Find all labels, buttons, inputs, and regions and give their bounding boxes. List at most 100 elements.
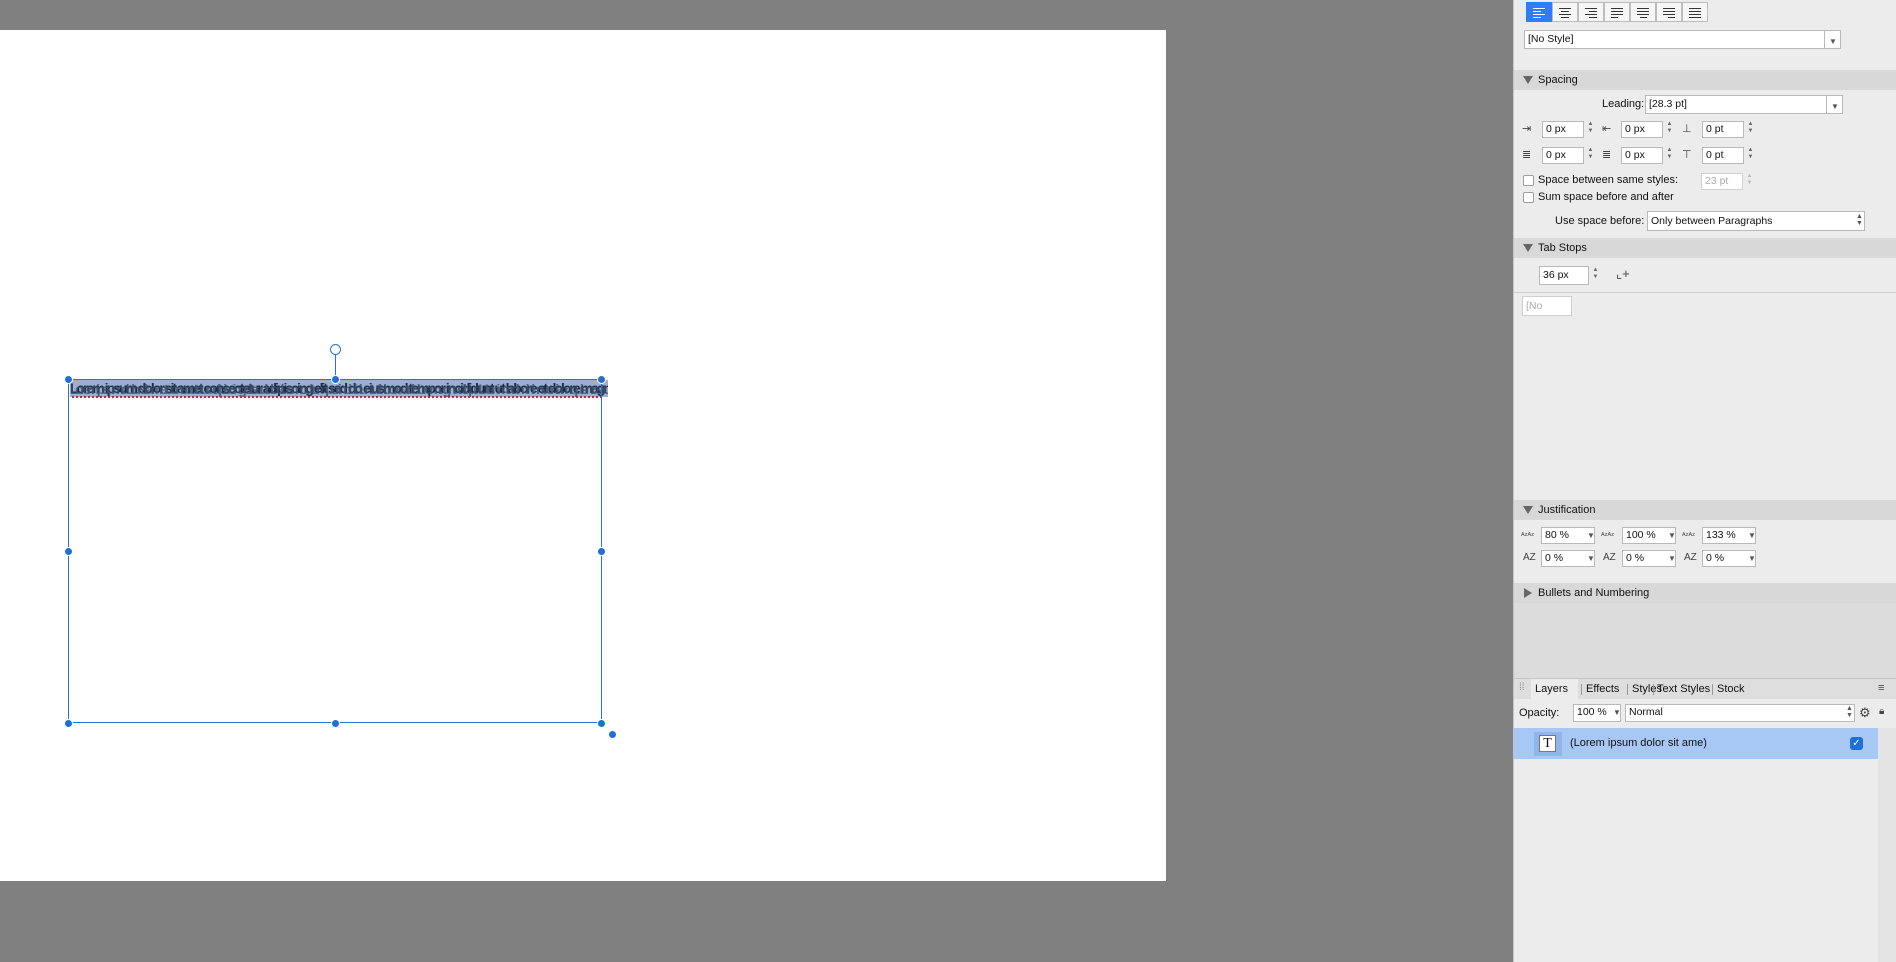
- justification-section-header[interactable]: Justification: [1514, 500, 1896, 520]
- paragraph-style-select[interactable]: [No Style]: [1524, 30, 1831, 49]
- divider: [1514, 292, 1896, 293]
- justify-center-button[interactable]: [1630, 2, 1656, 22]
- bullets-title: Bullets and Numbering: [1538, 587, 1650, 599]
- desired-word-spacing-icon: ᴬᶻᴬᶻ: [1601, 531, 1614, 540]
- leading-dropdown-button[interactable]: ▼: [1826, 95, 1843, 114]
- select-arrows-icon: ▲ ▼: [1846, 705, 1853, 719]
- chevron-down-icon: ▼: [1829, 37, 1837, 46]
- default-tab-stop-field[interactable]: 36 px: [1539, 266, 1589, 285]
- min-letter-spacing-icon: AZ: [1523, 552, 1536, 563]
- default-tab-stop-stepper[interactable]: ▲ ▼: [1591, 267, 1600, 284]
- tab-layers[interactable]: Layers: [1535, 683, 1568, 695]
- chevron-down-icon: ▼: [1668, 531, 1676, 540]
- tab-stops-list[interactable]: [No: [1522, 296, 1572, 316]
- handle-top-center[interactable]: [331, 375, 340, 384]
- last-line-indent-icon: ≣: [1602, 149, 1612, 161]
- right-indent-icon: ≣: [1522, 149, 1532, 161]
- tab-separator: [1712, 684, 1713, 695]
- align-right-button[interactable]: [1578, 2, 1604, 22]
- use-space-before-label: Use space before:: [1555, 215, 1645, 227]
- last-line-indent-field[interactable]: 0 px: [1621, 147, 1663, 164]
- align-left-button[interactable]: [1526, 2, 1552, 22]
- grip-icon[interactable]: ⁞⁞: [1519, 682, 1525, 693]
- chevron-down-icon: ▼: [1587, 554, 1595, 563]
- layer-row[interactable]: T (Lorem ipsum dolor sit ame) ✓: [1514, 728, 1878, 759]
- chevron-down-icon: ▼: [1748, 554, 1756, 563]
- gear-icon[interactable]: ⚙: [1859, 705, 1871, 721]
- sum-space-checkbox[interactable]: [1523, 192, 1534, 203]
- align-center-button[interactable]: [1552, 2, 1578, 22]
- justify-all-button[interactable]: [1682, 2, 1708, 22]
- lock-icon[interactable]: 🔒︎: [1879, 706, 1884, 717]
- space-between-same-styles-checkbox[interactable]: [1523, 175, 1534, 186]
- paragraph-style-dropdown-button[interactable]: ▼: [1824, 30, 1841, 49]
- first-line-indent-stepper[interactable]: ▲ ▼: [1665, 121, 1674, 138]
- disclosure-open-icon: [1523, 76, 1533, 84]
- chevron-down-icon: ▼: [1668, 554, 1676, 563]
- chevron-down-icon: ▼: [1831, 102, 1839, 111]
- text-frame-selection[interactable]: [68, 379, 602, 723]
- justify-left-button[interactable]: [1604, 2, 1630, 22]
- space-before-stepper[interactable]: ▲ ▼: [1746, 121, 1755, 138]
- space-after-field[interactable]: 0 pt: [1702, 147, 1744, 164]
- select-arrows-icon: ▲ ▼: [1856, 213, 1863, 227]
- justify-right-button[interactable]: [1656, 2, 1682, 22]
- disclosure-open-icon: [1523, 506, 1533, 514]
- desired-letter-spacing-icon: AZ: [1603, 552, 1616, 563]
- use-space-before-select[interactable]: Only between Paragraphs: [1647, 211, 1865, 231]
- disclosure-closed-icon: [1524, 588, 1532, 598]
- space-after-icon: ⊤: [1682, 149, 1692, 161]
- justification-title: Justification: [1538, 504, 1596, 516]
- leading-field[interactable]: [28.3 pt]: [1645, 95, 1828, 114]
- first-line-indent-field[interactable]: 0 px: [1621, 121, 1663, 138]
- handle-middle-left[interactable]: [64, 547, 73, 556]
- tab-separator: [1627, 684, 1628, 695]
- same-styles-stepper[interactable]: ▲ ▼: [1745, 173, 1754, 190]
- disclosure-open-icon: [1523, 244, 1533, 252]
- tab-stops-section-header[interactable]: Tab Stops: [1514, 238, 1896, 258]
- blend-mode-select[interactable]: Normal: [1625, 704, 1855, 722]
- tab-separator: [1653, 684, 1654, 695]
- left-indent-field[interactable]: 0 px: [1542, 121, 1584, 138]
- right-indent-field[interactable]: 0 px: [1542, 147, 1584, 164]
- text-flow-handle[interactable]: [608, 730, 617, 739]
- same-styles-field[interactable]: 23 pt: [1701, 173, 1743, 190]
- scrollbar-track[interactable]: [1878, 728, 1896, 962]
- handle-bottom-left[interactable]: [64, 719, 73, 728]
- layer-visibility-checkbox[interactable]: ✓: [1850, 737, 1863, 750]
- handle-top-left[interactable]: [64, 375, 73, 384]
- bullets-empty-area: [1514, 603, 1896, 678]
- left-indent-stepper[interactable]: ▲ ▼: [1586, 121, 1595, 138]
- spacing-title: Spacing: [1538, 74, 1578, 86]
- last-line-indent-stepper[interactable]: ▲ ▼: [1665, 147, 1674, 164]
- leading-label: Leading:: [1602, 98, 1645, 110]
- min-word-spacing-icon: ᴬᶻᴬᶻ: [1521, 531, 1534, 540]
- space-before-icon: ⊥: [1682, 123, 1692, 135]
- handle-bottom-right[interactable]: [597, 719, 606, 728]
- tab-text-styles[interactable]: Text Styles: [1657, 683, 1710, 695]
- bullets-section-header[interactable]: Bullets and Numbering: [1514, 583, 1896, 603]
- tab-stops-title: Tab Stops: [1538, 242, 1587, 254]
- panel-menu-icon[interactable]: ≡: [1878, 682, 1884, 694]
- tab-separator: [1581, 684, 1582, 695]
- tab-stock[interactable]: Stock: [1717, 683, 1745, 695]
- max-letter-spacing-icon: AZ: [1684, 552, 1697, 563]
- canvas-area[interactable]: Lorem ipsum dolor sit amet consectetur a…: [0, 0, 1513, 962]
- space-before-field[interactable]: 0 pt: [1702, 121, 1744, 138]
- spacing-section-header[interactable]: Spacing: [1514, 70, 1896, 90]
- handle-middle-right[interactable]: [597, 547, 606, 556]
- text-layer-icon: T: [1539, 735, 1556, 752]
- handle-bottom-center[interactable]: [331, 719, 340, 728]
- rotation-handle[interactable]: [330, 344, 341, 355]
- paragraph-panel: [No Style] ▼ Spacing Leading: [28.3 pt] …: [1513, 0, 1896, 962]
- space-after-stepper[interactable]: ▲ ▼: [1746, 147, 1755, 164]
- left-indent-icon: ⇥: [1522, 123, 1532, 135]
- handle-top-right[interactable]: [597, 375, 606, 384]
- first-line-indent-icon: ⇤: [1602, 123, 1612, 135]
- layer-name[interactable]: (Lorem ipsum dolor sit ame): [1570, 737, 1707, 749]
- tab-effects[interactable]: Effects: [1586, 683, 1619, 695]
- studio-tabs-bar: ⁞⁞ Layers Effects Styles Text Styles Sto…: [1514, 678, 1896, 699]
- right-indent-stepper[interactable]: ▲ ▼: [1586, 147, 1595, 164]
- chevron-down-icon: ▼: [1748, 531, 1756, 540]
- add-tab-stop-icon[interactable]: ⌞+: [1616, 266, 1630, 282]
